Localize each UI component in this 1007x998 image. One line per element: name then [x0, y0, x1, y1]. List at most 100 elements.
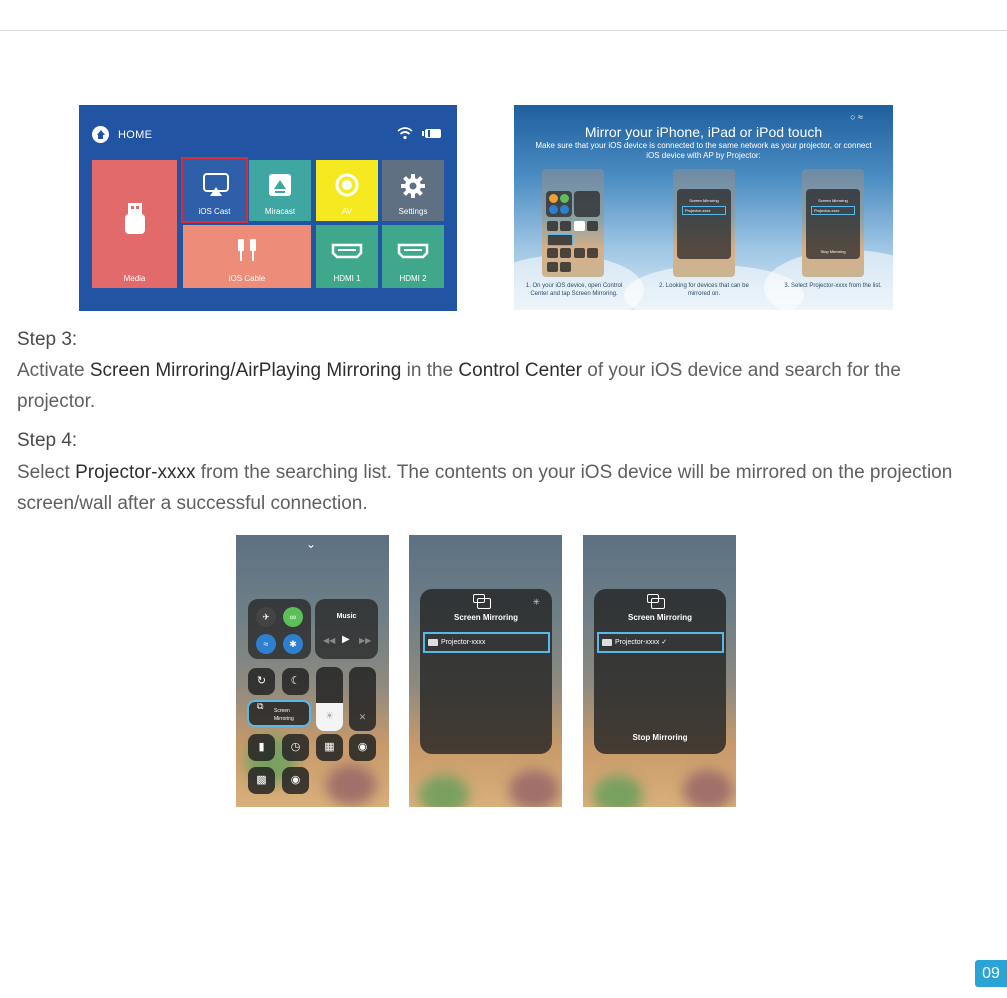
tile-ios-cable-label: iOS Cable: [228, 274, 266, 283]
step4-paragraph: Select Projector-xxxx from the searching…: [17, 457, 977, 519]
screen-mirroring-card: ✳ Screen Mirroring Projector-xxxx: [420, 589, 552, 754]
rotation-lock-icon[interactable]: ↻: [248, 668, 275, 695]
screen-mirroring-icon: ⧉: [257, 701, 264, 711]
wifi-icon[interactable]: ≈: [256, 634, 276, 654]
wifi-icon: [397, 127, 413, 140]
phone-searching: ✳ Screen Mirroring Projector-xxxx: [409, 535, 562, 807]
checkmark-icon: ✓: [661, 639, 668, 646]
page-number: 09: [975, 960, 1007, 987]
mirror-guide-caption-3: 3. Select Projector-xxxx from the list.: [784, 283, 882, 289]
mini-phone-2: Screen Mirroring Projector-xxxx: [673, 169, 735, 277]
screen-mirroring-icon: [647, 594, 665, 609]
step4-heading: Step 4:: [17, 430, 78, 451]
volume-slider[interactable]: ✕: [349, 667, 376, 731]
airplay-icon: [203, 173, 229, 196]
phone-control-center: ⌄ ✈ ∞ ≈ ✱ Music ▶ ◀◀ ▶▶ ↻ ☾ ☀ ✕ ⧉ Screen…: [236, 535, 389, 807]
wifi-icon: ○ ≈: [850, 112, 863, 122]
tile-av-label: AV: [341, 207, 353, 216]
mini-phone-3: Screen Mirroring Projector-xxxx Stop Mir…: [802, 169, 864, 277]
mirror-guide-title: Mirror your iPhone, iPad or iPod touch: [584, 124, 823, 140]
hdmi-icon: [397, 243, 429, 259]
projector-list-item[interactable]: Projector-xxxx: [423, 632, 550, 653]
mirror-guide-figure: ○ ≈ Mirror your iPhone, iPad or iPod tou…: [514, 105, 893, 310]
hdmi-icon: [331, 243, 363, 259]
timer-icon[interactable]: ◷: [282, 734, 309, 761]
tile-hdmi1[interactable]: HDMI 1: [316, 225, 378, 288]
forward-icon[interactable]: ▶▶: [359, 636, 371, 645]
tile-av[interactable]: AV: [316, 160, 378, 221]
mute-icon: ✕: [358, 712, 367, 722]
projector-name: Projector-xxxx: [441, 639, 486, 646]
screen-mirroring-card: Screen Mirroring Projector-xxxx ✓ Stop M…: [594, 589, 726, 754]
tile-miracast[interactable]: Miracast: [249, 160, 311, 221]
step3-text: in the: [401, 360, 459, 381]
gear-icon: [401, 174, 425, 198]
home-title: HOME: [118, 129, 153, 141]
bluetooth-icon[interactable]: ✱: [283, 634, 303, 654]
tile-ios-cast[interactable]: iOS Cast: [181, 157, 248, 223]
moon-icon[interactable]: ☾: [282, 668, 309, 695]
tv-icon: [602, 638, 612, 646]
tile-settings-label: Settings: [398, 207, 428, 216]
camera-icon[interactable]: ◉: [349, 734, 376, 761]
projector-list-item-selected[interactable]: Projector-xxxx ✓: [597, 632, 724, 653]
av-icon: [335, 173, 359, 197]
tile-settings[interactable]: Settings: [382, 160, 444, 221]
home-icon: [92, 126, 109, 143]
mini-phone-3-stop: Stop Mirroring: [820, 249, 846, 254]
music-panel: Music ▶ ◀◀ ▶▶: [315, 599, 378, 659]
rewind-icon[interactable]: ◀◀: [323, 636, 335, 645]
stop-mirroring-button[interactable]: Stop Mirroring: [594, 733, 726, 742]
qr-code-icon[interactable]: ▩: [248, 767, 275, 794]
mirror-guide-subtitle: Make sure that your iOS device is connec…: [535, 141, 872, 160]
spinner-icon: ✳: [532, 597, 540, 607]
projector-name: Projector-xxxx: [615, 639, 660, 646]
sun-icon: ☀: [316, 703, 343, 731]
miracast-icon: [269, 174, 291, 196]
calculator-icon[interactable]: ▦: [316, 734, 343, 761]
top-divider: [0, 30, 1007, 31]
step4-bold-projector: Projector-xxxx: [75, 462, 196, 483]
mini-phone-2-title: Screen Mirroring: [689, 198, 719, 203]
record-icon[interactable]: ◉: [282, 767, 309, 794]
step3-text: Activate: [17, 360, 90, 381]
screen-mirroring-title: Screen Mirroring: [453, 613, 518, 622]
mirror-guide-caption-2: 2. Looking for devices that can be mirro…: [659, 283, 749, 297]
tile-ios-cast-label: iOS Cast: [198, 207, 231, 216]
tile-ios-cable[interactable]: iOS Cable: [183, 225, 311, 288]
step3-paragraph: Activate Screen Mirroring/AirPlaying Mir…: [17, 355, 977, 417]
tv-icon: [428, 638, 438, 646]
brightness-slider[interactable]: ☀: [316, 667, 343, 731]
battery-icon: [422, 129, 441, 138]
home-screen-figure: HOME Media iOS Cast Miracast AV Settings…: [79, 105, 457, 311]
mirror-guide-caption-1: 1. On your iOS device, open Control Cent…: [525, 283, 623, 297]
mini-phone-2-item: Projector-xxxx: [682, 206, 726, 215]
screen-mirroring-label: Screen Mirroring: [274, 708, 294, 722]
cellular-icon[interactable]: ∞: [283, 607, 303, 627]
mini-phone-3-item: Projector-xxxx: [811, 206, 855, 215]
mini-phone-3-title: Screen Mirroring: [818, 198, 848, 203]
cable-icon: [238, 239, 256, 261]
tile-hdmi1-label: HDMI 1: [333, 274, 361, 283]
airplane-icon[interactable]: ✈: [256, 607, 276, 627]
step3-bold-control-center: Control Center: [458, 360, 582, 381]
tile-media-label: Media: [123, 274, 146, 283]
step3-bold-screen-mirroring: Screen Mirroring/AirPlaying Mirroring: [89, 360, 402, 381]
screen-mirroring-icon: [473, 594, 491, 609]
screen-mirroring-button[interactable]: ⧉ Screen Mirroring: [247, 700, 311, 727]
chevron-down-icon: ⌄: [306, 537, 317, 551]
play-icon[interactable]: ▶: [342, 634, 350, 645]
screen-mirroring-title: Screen Mirroring: [627, 613, 692, 622]
home-status-bar: HOME: [79, 105, 457, 153]
tile-miracast-label: Miracast: [264, 207, 296, 216]
mini-phone-1: [542, 169, 604, 277]
tile-media[interactable]: Media: [92, 160, 177, 288]
tile-hdmi2[interactable]: HDMI 2: [382, 225, 444, 288]
step4-text: Select: [17, 462, 76, 483]
usb-icon: [125, 203, 145, 234]
flashlight-icon[interactable]: ▮: [248, 734, 275, 761]
phone-connected: Screen Mirroring Projector-xxxx ✓ Stop M…: [583, 535, 736, 807]
tile-hdmi2-label: HDMI 2: [399, 274, 427, 283]
step3-heading: Step 3:: [17, 329, 78, 350]
music-label: Music: [336, 613, 357, 620]
